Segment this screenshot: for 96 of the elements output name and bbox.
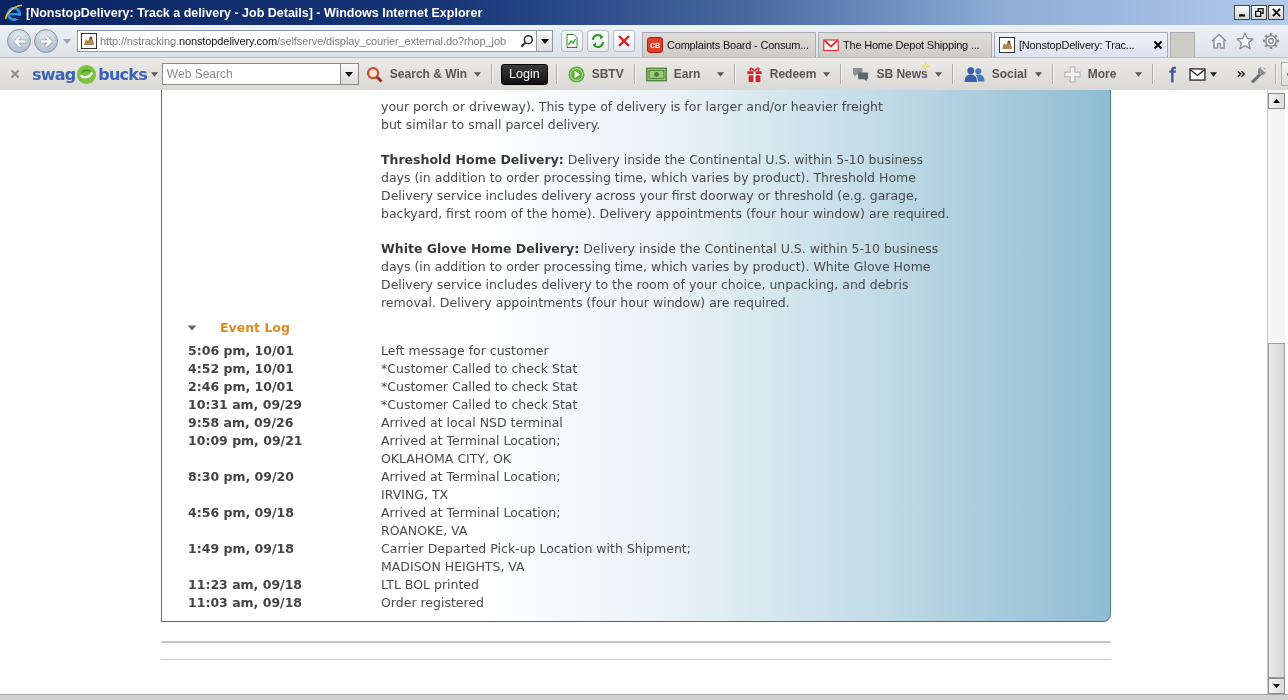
picture-icon	[81, 33, 97, 49]
window-title: [NonstopDelivery: Track a delivery - Job Details] - Windows Internet Explorer	[26, 5, 483, 20]
event-time: 1:49 pm, 09/18	[188, 540, 295, 558]
event-description: *Customer Called to check Stat	[381, 360, 579, 378]
event-description: *Customer Called to check Stat	[381, 378, 579, 396]
event-description: *Customer Called to check Stat	[381, 396, 579, 414]
event-description: Arrived at Terminal Location; OKLAHOMA CITY, OK	[381, 432, 562, 468]
close-icon	[1271, 8, 1281, 17]
event-description: LTL BOL printed	[381, 576, 480, 594]
scrollbar-thumb[interactable]	[1268, 343, 1285, 678]
f-logo-icon[interactable]	[1167, 65, 1177, 83]
restore-button[interactable]	[1251, 5, 1267, 20]
event-time: 10:09 pm, 09/21	[188, 432, 304, 450]
event-time: 4:52 pm, 10/01	[188, 360, 295, 378]
caret-icon	[540, 38, 549, 44]
caret-icon	[345, 71, 354, 77]
browser-logo-icon	[5, 3, 23, 22]
section-heading: Event Log	[220, 319, 290, 337]
plus-icon	[1063, 65, 1081, 83]
close-button[interactable]	[1268, 5, 1284, 20]
toolbar-button[interactable]: SBTV	[565, 63, 626, 85]
toolbar-menu-button[interactable]: Redeem	[743, 63, 833, 85]
event-time: 9:58 am, 09/26	[188, 414, 295, 432]
toolbar-menu-button[interactable]: Social	[961, 63, 1044, 85]
collapse-triangle-icon[interactable]	[187, 325, 197, 331]
stop-icon	[616, 33, 632, 49]
caret-icon	[1034, 71, 1042, 77]
address-dropdown-button[interactable]	[536, 31, 552, 51]
login-button[interactable]: Login	[501, 63, 548, 85]
picture-icon	[999, 37, 1015, 53]
magnifier-icon	[365, 65, 383, 83]
up-arrow-icon	[1273, 99, 1280, 103]
url-text: http://nstracking.nonstopdelivery.com/selfserve/display_courier_external.do?rhop_job	[100, 35, 506, 47]
paragraph: Threshold Home Delivery: Delivery inside the Continental U.S. within 5-10 business days (in addition to order processing time, which varies by product). Threshold Home Delivery service includes delivery across your first doorway or threshold (e.g. garage, backyard, first room of the home). Delivery appointments (four hour window) are required.	[381, 151, 951, 223]
caret-icon	[1134, 71, 1142, 77]
star-icon[interactable]	[1236, 32, 1254, 50]
scroll-up-button[interactable]	[1268, 93, 1285, 109]
event-description: Carrier Departed Pick-up Location with Shipment; MADISON HEIGHTS, VA	[381, 540, 691, 576]
caret-icon[interactable]	[1209, 71, 1217, 77]
paragraph: White Glove Home Delivery: Delivery inside the Continental U.S. within 5-10 business days (in addition to order processing time, which varies by product). White Glove Home Delivery service includes delivery to the room of your choice, unpacking, and debris removal. Delivery appointments (four hour window) are required.	[381, 240, 940, 312]
home-icon[interactable]	[1210, 32, 1228, 50]
event-time: 11:23 am, 09/18	[188, 576, 304, 594]
refresh-button[interactable]	[587, 30, 609, 52]
toolbar-menu-button[interactable]: Earn	[643, 63, 726, 85]
event-time: 2:46 pm, 10/01	[188, 378, 295, 396]
back-arrow-icon	[11, 33, 27, 49]
event-time: 10:31 am, 09/29	[188, 396, 304, 414]
event-time: 11:03 am, 09/18	[188, 594, 304, 612]
event-description: Arrived at Terminal Location; ROANOKE, VA	[381, 504, 562, 540]
scroll-down-button[interactable]	[1268, 678, 1285, 694]
event-description: Arrived at Terminal Location; IRVING, TX	[381, 468, 562, 504]
play-icon	[567, 65, 585, 83]
double-chevron-icon[interactable]	[1236, 70, 1246, 78]
search-field[interactable]: Web Search	[161, 63, 340, 85]
close-tab-icon[interactable]	[1153, 40, 1163, 50]
event-time: 8:30 pm, 09/20	[188, 468, 295, 486]
close-icon[interactable]	[10, 69, 20, 79]
down-arrow-icon	[1273, 684, 1280, 688]
caret-icon	[716, 71, 724, 77]
envelope-icon[interactable]	[1188, 67, 1206, 81]
banknote-icon	[645, 65, 667, 83]
paragraph: your porch or driveway). This type of delivery is for larger and/or heavier freight but similar to small parcel delivery.	[381, 98, 884, 134]
forward-arrow-icon	[38, 33, 54, 49]
event-description: Order registered	[381, 594, 486, 612]
caret-icon	[934, 71, 942, 77]
toolbar-menu-button[interactable]: More	[1061, 63, 1144, 85]
people-icon	[963, 65, 985, 83]
event-description: Left message for customer	[381, 342, 550, 360]
address-field[interactable]: http://nstracking.nonstopdelivery.com/selfserve/display_courier_external.do?rhop_job	[77, 30, 553, 52]
logo-text: swag	[32, 64, 76, 84]
envelope-icon	[823, 37, 839, 53]
browser-tab[interactable]: The Home Depot Shipping ...	[818, 32, 992, 57]
coin-icon	[76, 63, 98, 85]
restore-icon	[1254, 8, 1264, 17]
wrench-icon[interactable]	[1249, 65, 1267, 83]
page-icon	[564, 33, 580, 49]
minimize-button[interactable]	[1234, 5, 1250, 20]
refresh-icon	[590, 33, 606, 49]
compatibility-button[interactable]	[561, 30, 583, 52]
browser-tab[interactable]: [NonstopDelivery: Trac...	[994, 32, 1168, 57]
back-button[interactable]	[7, 29, 31, 53]
event-time: 5:06 pm, 10/01	[188, 342, 295, 360]
settings-icon[interactable]	[1262, 32, 1280, 50]
logo-text: bucks	[98, 64, 147, 84]
toolbar-menu-button[interactable]: Search & Win	[363, 63, 484, 85]
event-time: 4:56 pm, 09/18	[188, 504, 295, 522]
forward-button[interactable]	[34, 29, 58, 53]
toolbar-menu-button[interactable]: SB News	[850, 63, 944, 85]
caret-icon	[823, 71, 831, 77]
stop-button[interactable]	[613, 30, 635, 52]
search-icon[interactable]	[520, 34, 534, 48]
event-description: Arrived at local NSD terminal	[381, 414, 564, 432]
gift-icon	[745, 65, 763, 83]
caret-icon	[474, 71, 482, 77]
chat-bubbles-icon	[852, 65, 870, 83]
caret-icon[interactable]	[150, 71, 158, 77]
